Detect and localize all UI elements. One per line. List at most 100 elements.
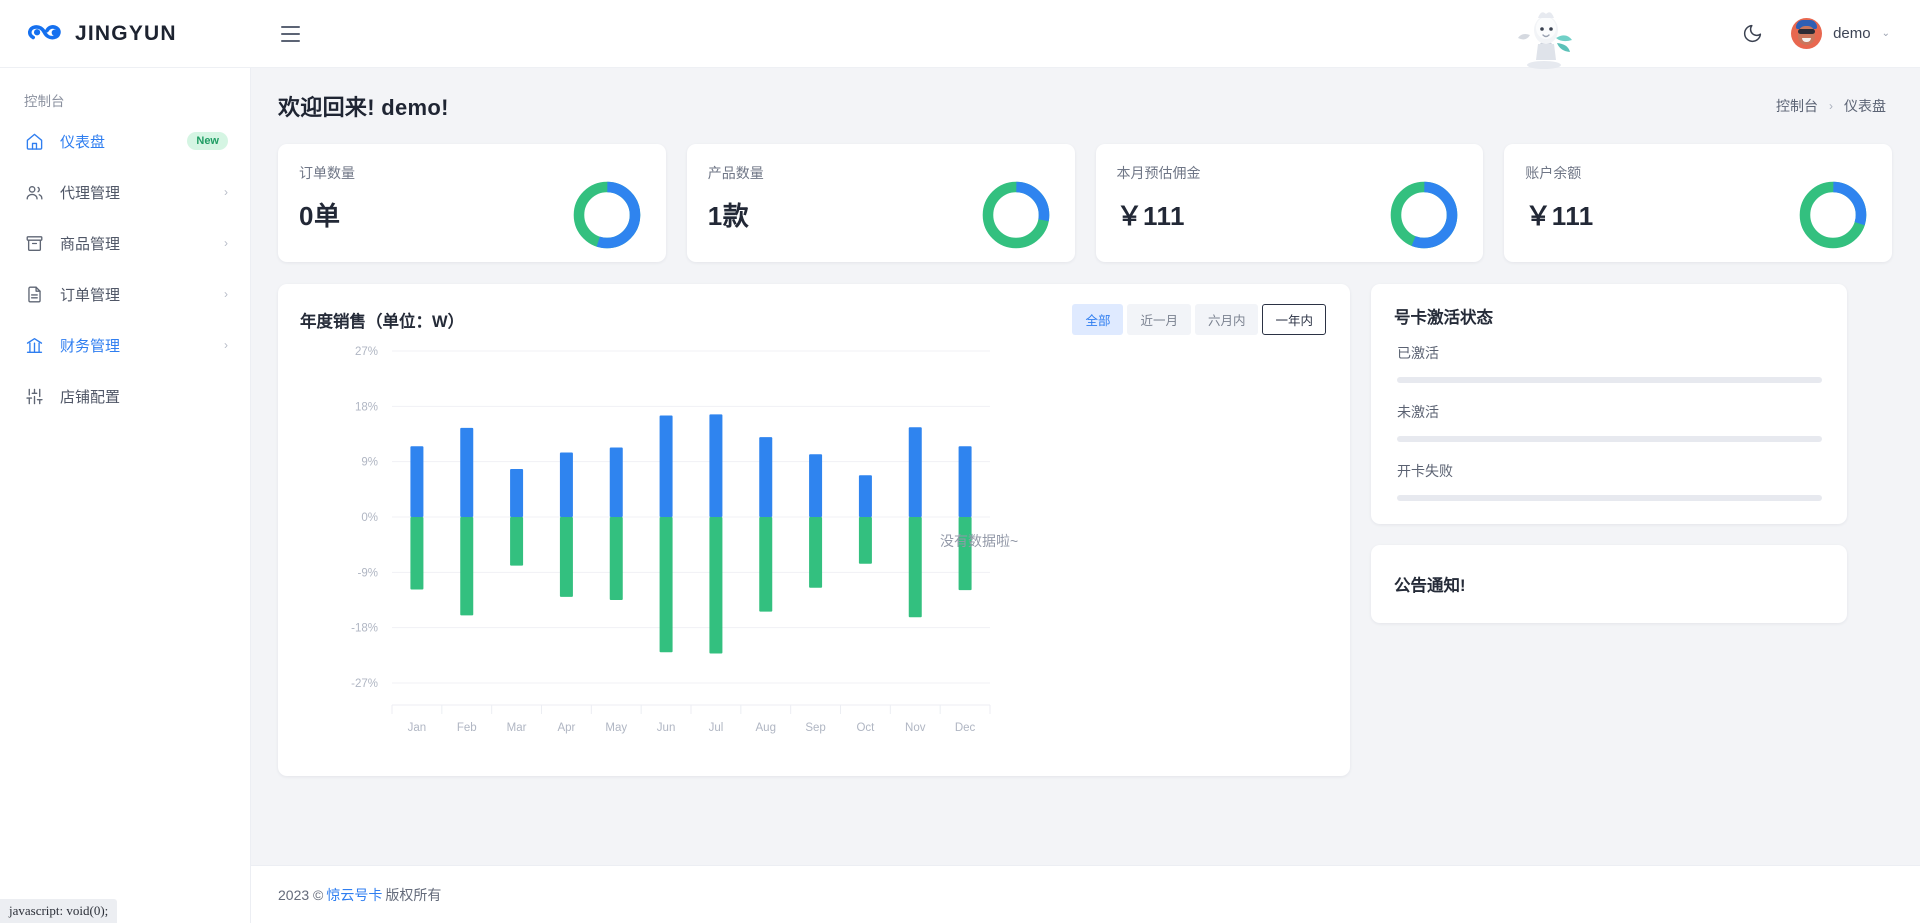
stat-value: ￥111 <box>1525 196 1594 233</box>
sidebar-item-product-management[interactable]: 商品管理 › <box>0 222 250 264</box>
progress-row-not-activated: 未激活 <box>1394 402 1822 442</box>
progress-row-activated: 已激活 <box>1394 343 1822 383</box>
chart-range-filter-group: 全部 近一月 六月内 一年内 <box>1068 304 1326 335</box>
svg-text:Jan: Jan <box>408 722 427 734</box>
sidebar-section-label: 控制台 <box>0 78 250 120</box>
chart-empty-message: 没有数据啦~ <box>940 531 1018 551</box>
svg-text:9%: 9% <box>361 457 378 469</box>
user-name: demo <box>1833 25 1871 42</box>
stat-card-monthly-commission: 本月预估佣金 ￥111 <box>1096 144 1484 262</box>
chart-title: 年度销售（单位：W） <box>300 308 464 332</box>
card-activation-status-panel: 号卡激活状态 已激活 未激活 开卡失败 <box>1371 284 1847 524</box>
donut-chart-order-count <box>570 178 644 252</box>
svg-text:Aug: Aug <box>756 722 776 734</box>
breadcrumb-current: 仪表盘 <box>1844 96 1886 116</box>
sidebar-item-shop-config[interactable]: 店铺配置 <box>0 375 250 417</box>
announcement-panel: 公告通知! <box>1371 545 1847 623</box>
right-column: 号卡激活状态 已激活 未激活 开卡失败 <box>1371 284 1847 776</box>
svg-text:0%: 0% <box>361 512 378 524</box>
chart-plot-area: 27%18%9%0%-9%-18%-27%JanFebMarAprMayJunJ… <box>300 335 1326 755</box>
jingyun-logo-icon <box>28 21 66 47</box>
donut-chart-account-balance <box>1796 178 1870 252</box>
main-content: 欢迎回来! demo! 控制台 › 仪表盘 订单数量 0单 <box>251 68 1920 923</box>
donut-chart-product-count <box>979 178 1053 252</box>
progress-label: 开卡失败 <box>1397 461 1822 481</box>
hamburger-icon[interactable] <box>273 17 307 51</box>
svg-text:Jun: Jun <box>657 722 676 734</box>
stat-value: 1款 <box>708 196 764 233</box>
moon-icon[interactable] <box>1739 21 1765 47</box>
brand-name: JINGYUN <box>75 22 177 46</box>
progress-label: 已激活 <box>1397 343 1822 363</box>
sliders-icon <box>24 386 44 406</box>
breadcrumb: 控制台 › 仪表盘 <box>1776 96 1886 116</box>
stat-value: 0单 <box>299 196 355 233</box>
home-icon <box>24 131 44 151</box>
sidebar-item-label: 商品管理 <box>60 233 208 254</box>
chevron-right-icon: › <box>224 236 228 250</box>
brand-logo-area[interactable]: JINGYUN <box>0 21 251 47</box>
browser-status-bar: javascript: void(0); <box>0 899 117 923</box>
svg-text:-18%: -18% <box>351 623 378 635</box>
svg-text:Dec: Dec <box>955 722 976 734</box>
progress-row-activation-failed: 开卡失败 <box>1394 461 1822 501</box>
sidebar-item-label: 仪表盘 <box>60 131 171 152</box>
svg-text:Mar: Mar <box>507 722 527 734</box>
stat-label: 本月预估佣金 <box>1117 163 1201 183</box>
sidebar-item-order-management[interactable]: 订单管理 › <box>0 273 250 315</box>
breadcrumb-separator-icon: › <box>1829 99 1833 113</box>
stat-card-account-balance: 账户余额 ￥111 <box>1504 144 1892 262</box>
dashboard-page: JINGYUN <box>0 0 1920 923</box>
document-icon <box>24 284 44 304</box>
archive-icon <box>24 233 44 253</box>
chevron-down-icon: ⌄ <box>1882 28 1890 39</box>
avatar <box>1791 18 1822 49</box>
users-icon <box>24 182 44 202</box>
filter-one-year[interactable]: 一年内 <box>1262 304 1326 335</box>
stat-card-row: 订单数量 0单 产品数量 1款 <box>251 122 1920 262</box>
stat-value: ￥111 <box>1117 196 1201 233</box>
user-menu[interactable]: demo ⌄ <box>1791 18 1890 49</box>
progress-track <box>1397 495 1822 501</box>
progress-label: 未激活 <box>1397 402 1822 422</box>
svg-text:May: May <box>605 722 627 734</box>
annual-sales-chart-card: 年度销售（单位：W） 全部 近一月 六月内 一年内 27%18%9%0%-9%-… <box>278 284 1350 776</box>
footer-copyright: 2023 © <box>278 887 323 903</box>
svg-text:18%: 18% <box>355 401 378 413</box>
footer-rights: 版权所有 <box>385 885 441 905</box>
svg-text:Apr: Apr <box>557 722 575 734</box>
status-badge: New <box>187 132 228 150</box>
breadcrumb-root[interactable]: 控制台 <box>1776 96 1818 116</box>
svg-text:Jul: Jul <box>709 722 724 734</box>
stat-label: 订单数量 <box>299 163 355 183</box>
topbar-actions: demo ⌄ <box>1739 18 1920 49</box>
svg-text:27%: 27% <box>355 346 378 358</box>
dashboard-body: 年度销售（单位：W） 全部 近一月 六月内 一年内 27%18%9%0%-9%-… <box>251 262 1920 776</box>
footer-brand-link[interactable]: 惊云号卡 <box>326 885 382 905</box>
filter-six-months[interactable]: 六月内 <box>1195 304 1259 335</box>
sidebar-item-label: 店铺配置 <box>60 386 228 407</box>
sidebar-item-label: 代理管理 <box>60 182 208 203</box>
svg-text:Sep: Sep <box>805 722 825 734</box>
sidebar-item-dashboard[interactable]: 仪表盘 New <box>0 120 250 162</box>
top-navigation-bar: JINGYUN <box>0 0 1920 68</box>
chevron-right-icon: › <box>224 338 228 352</box>
page-header: 欢迎回来! demo! 控制台 › 仪表盘 <box>251 68 1920 122</box>
filter-all[interactable]: 全部 <box>1072 304 1123 335</box>
donut-chart-monthly-commission <box>1387 178 1461 252</box>
stat-label: 产品数量 <box>708 163 764 183</box>
filter-last-month[interactable]: 近一月 <box>1127 304 1191 335</box>
svg-text:Nov: Nov <box>905 722 926 734</box>
sidebar-item-agent-management[interactable]: 代理管理 › <box>0 171 250 213</box>
stat-label: 账户余额 <box>1525 163 1594 183</box>
bank-icon <box>24 335 44 355</box>
stat-card-product-count: 产品数量 1款 <box>687 144 1075 262</box>
sidebar-item-label: 财务管理 <box>60 335 208 356</box>
sidebar: 控制台 仪表盘 New 代理管理 › <box>0 68 251 923</box>
sidebar-item-finance-management[interactable]: 财务管理 › <box>0 324 250 366</box>
page-title: 欢迎回来! demo! <box>278 90 449 122</box>
mascot-illustration <box>1510 8 1582 70</box>
progress-track <box>1397 436 1822 442</box>
svg-text:Feb: Feb <box>457 722 477 734</box>
annual-sales-bar-chart: 27%18%9%0%-9%-18%-27%JanFebMarAprMayJunJ… <box>300 335 1324 750</box>
